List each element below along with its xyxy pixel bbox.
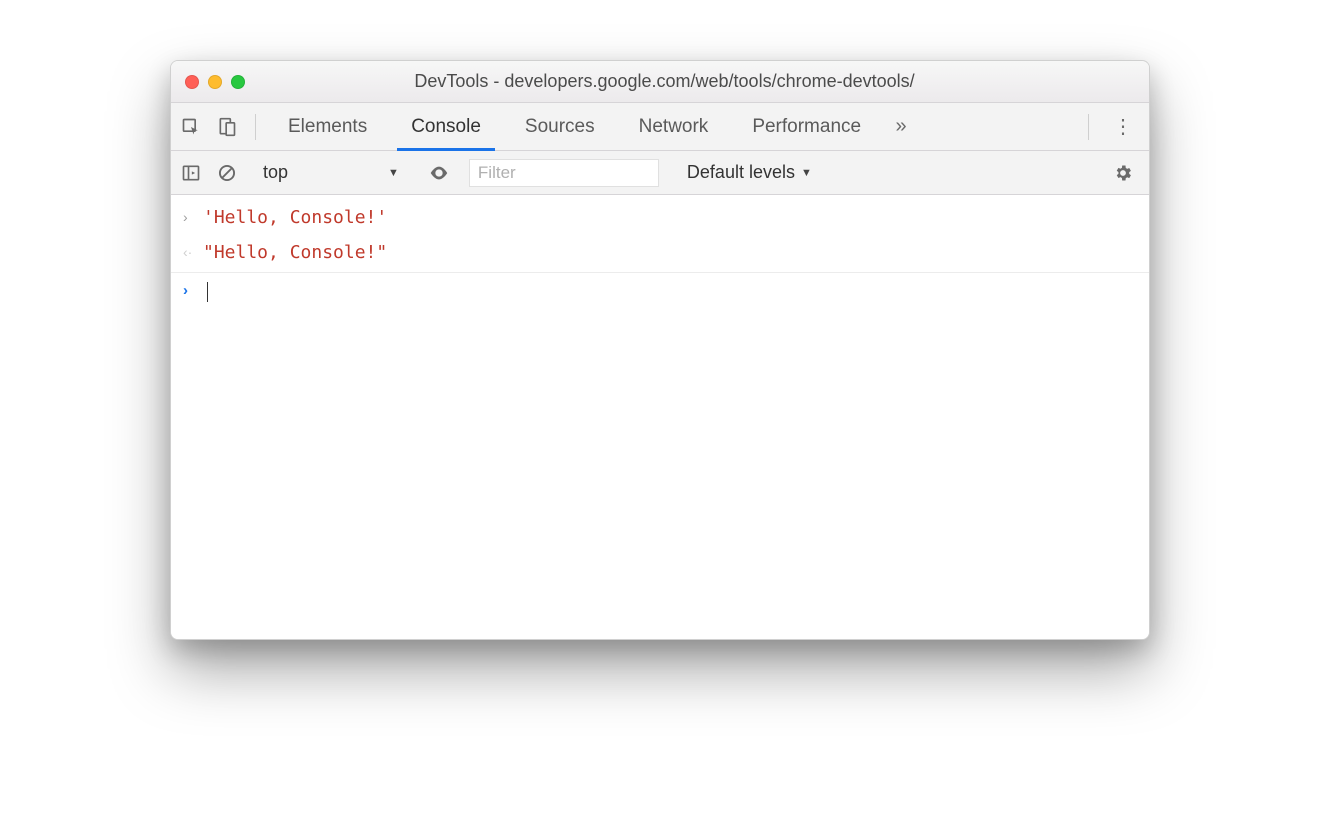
console-input-row: › 'Hello, Console!' — [171, 201, 1149, 236]
row-separator — [171, 272, 1149, 273]
tab-elements[interactable]: Elements — [270, 103, 385, 150]
execution-context-label: top — [263, 162, 288, 183]
separator — [1088, 114, 1089, 140]
inspect-element-icon[interactable] — [177, 113, 205, 141]
titlebar: DevTools - developers.google.com/web/too… — [171, 61, 1149, 103]
console-toolbar: top ▼ Default levels ▼ — [171, 151, 1149, 195]
device-toolbar-icon[interactable] — [213, 113, 241, 141]
window-title: DevTools - developers.google.com/web/too… — [194, 71, 1135, 92]
console-prompt-input[interactable] — [203, 277, 208, 308]
tab-console[interactable]: Console — [393, 103, 499, 150]
console-filter-input[interactable] — [469, 159, 659, 187]
output-chevron-icon: ‹· — [183, 238, 203, 266]
dropdown-caret-icon: ▼ — [388, 167, 399, 179]
tab-sources[interactable]: Sources — [507, 103, 613, 150]
console-output-text: "Hello, Console!" — [203, 238, 387, 269]
log-levels-select[interactable]: Default levels ▼ — [687, 162, 812, 183]
devtools-tabbar: Elements Console Sources Network Perform… — [171, 103, 1149, 151]
separator — [255, 114, 256, 140]
tab-network[interactable]: Network — [621, 103, 727, 150]
more-tabs-button[interactable]: » — [887, 115, 915, 138]
log-levels-label: Default levels — [687, 162, 795, 183]
tab-performance[interactable]: Performance — [734, 103, 879, 150]
devtools-window: DevTools - developers.google.com/web/too… — [170, 60, 1150, 640]
console-input-text: 'Hello, Console!' — [203, 203, 387, 234]
execution-context-select[interactable]: top ▼ — [257, 162, 409, 183]
dropdown-caret-icon: ▼ — [801, 167, 812, 179]
prompt-chevron-icon: › — [183, 277, 203, 305]
console-prompt-row[interactable]: › — [171, 275, 1149, 310]
clear-console-icon[interactable] — [213, 159, 241, 187]
devtools-menu-button[interactable]: ⋮ — [1103, 114, 1143, 139]
text-cursor — [207, 282, 208, 302]
console-sidebar-toggle-icon[interactable] — [177, 159, 205, 187]
console-output-row: ‹· "Hello, Console!" — [171, 236, 1149, 271]
console-settings-icon[interactable] — [1103, 163, 1143, 183]
console-output[interactable]: › 'Hello, Console!' ‹· "Hello, Console!"… — [171, 195, 1149, 639]
input-chevron-icon: › — [183, 203, 203, 231]
live-expression-icon[interactable] — [425, 159, 453, 187]
